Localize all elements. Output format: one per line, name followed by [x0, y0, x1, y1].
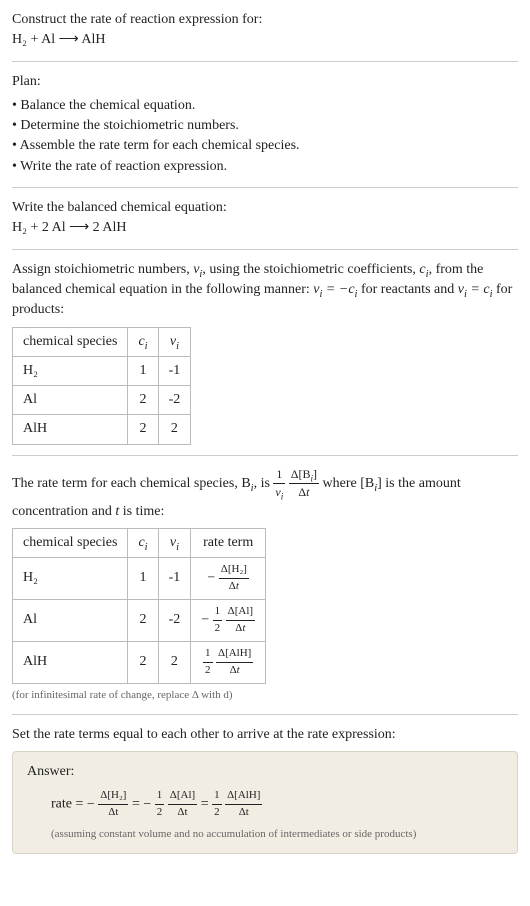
plan-item: Determine the stoichiometric numbers. [12, 116, 518, 136]
frac-coef: 12 [213, 604, 223, 637]
col-rate-term: rate term [191, 528, 266, 557]
cell-nui: -2 [158, 600, 191, 642]
table-header-row: chemical species ci νi rate term [13, 528, 266, 557]
rate-definition: 1νi Δ[Bi]Δt [273, 466, 319, 502]
cell-ci: 1 [128, 356, 158, 385]
cell-ci: 2 [128, 641, 158, 683]
c-symbol: ci [419, 262, 428, 277]
infinitesimal-note: (for infinitesimal rate of change, repla… [12, 688, 518, 704]
intro-equation: H₂ + Al ⟶ AlH [12, 30, 518, 50]
frac-coef: 12 [155, 788, 165, 821]
sign: − [201, 613, 209, 628]
cell-species: H₂ [13, 356, 128, 385]
col-nui: νi [158, 327, 191, 356]
answer-box: Answer: rate = − Δ[H₂]Δt = − 12 Δ[Al]Δt … [12, 751, 518, 854]
sign: − [207, 571, 215, 586]
col-species: chemical species [13, 528, 128, 557]
rate-prefix: rate = [51, 797, 87, 812]
term-alh: 12 Δ[AlH]Δt [212, 797, 262, 812]
text: , is [254, 476, 274, 491]
cell-nui: -1 [158, 558, 191, 600]
plan-section: Plan: Balance the chemical equation. Det… [12, 72, 518, 188]
cell-species: Al [13, 386, 128, 415]
balanced-heading: Write the balanced chemical equation: [12, 198, 518, 218]
frac-delta: Δ[H₂]Δt [219, 562, 249, 595]
plan-heading: Plan: [12, 72, 518, 92]
balanced-section: Write the balanced chemical equation: H₂… [12, 198, 518, 250]
cell-nui: -2 [158, 386, 191, 415]
text: where [B [323, 476, 375, 491]
cell-rate-term: 12 Δ[AlH]Δt [191, 641, 266, 683]
nu-symbol: νi [193, 262, 202, 277]
relation-reactant: νi = −ci [313, 282, 357, 297]
cell-ci: 2 [128, 415, 158, 444]
frac-delta: Δ[Al]Δt [168, 788, 197, 821]
equals: = [132, 797, 143, 812]
text: for reactants and [357, 282, 457, 297]
frac-coef: 12 [212, 788, 222, 821]
text: Assign stoichiometric numbers, [12, 262, 193, 277]
dBi-dt: Δ[Bi]Δt [289, 466, 319, 502]
plan-item: Write the rate of reaction expression. [12, 157, 518, 177]
plan-list: Balance the chemical equation. Determine… [12, 96, 518, 177]
frac-delta: Δ[AlH]Δt [216, 646, 253, 679]
one-over-nu: 1νi [273, 466, 285, 502]
text: is time: [119, 504, 164, 519]
cell-rate-term: − Δ[H₂]Δt [191, 558, 266, 600]
col-ci: ci [128, 327, 158, 356]
rate-expression: rate = − Δ[H₂]Δt = − 12 Δ[Al]Δt = 12 Δ[A… [27, 788, 503, 821]
cell-nui: 2 [158, 641, 191, 683]
term-h2: − Δ[H₂]Δt [87, 797, 132, 812]
cell-species: H₂ [13, 558, 128, 600]
table-row: AlH 2 2 12 Δ[AlH]Δt [13, 641, 266, 683]
rate-term-section: The rate term for each chemical species,… [12, 466, 518, 715]
sign: − [143, 797, 151, 812]
col-ci: ci [128, 528, 158, 557]
col-species: chemical species [13, 327, 128, 356]
sign: − [87, 797, 95, 812]
table-header-row: chemical species ci νi [13, 327, 191, 356]
frac-delta: Δ[H₂]Δt [98, 788, 128, 821]
stoich-table: chemical species ci νi H₂ 1 -1 Al 2 -2 A… [12, 327, 191, 445]
cell-species: AlH [13, 641, 128, 683]
final-heading: Set the rate terms equal to each other t… [12, 725, 518, 745]
cell-nui: 2 [158, 415, 191, 444]
frac-delta: Δ[AlH]Δt [225, 788, 262, 821]
intro-prompt: Construct the rate of reaction expressio… [12, 10, 518, 30]
col-nui: νi [158, 528, 191, 557]
stoich-text: Assign stoichiometric numbers, νi, using… [12, 260, 518, 321]
equals: = [201, 797, 212, 812]
cell-ci: 2 [128, 386, 158, 415]
text: The rate term for each chemical species,… [12, 476, 251, 491]
intro-section: Construct the rate of reaction expressio… [12, 10, 518, 62]
cell-species: AlH [13, 415, 128, 444]
table-row: H₂ 1 -1 − Δ[H₂]Δt [13, 558, 266, 600]
stoich-section: Assign stoichiometric numbers, νi, using… [12, 260, 518, 456]
term-al: − 12 Δ[Al]Δt [143, 797, 200, 812]
assumption-note: (assuming constant volume and no accumul… [27, 827, 503, 843]
relation-product: νi = ci [458, 282, 493, 297]
table-row: Al 2 -2 [13, 386, 191, 415]
answer-label: Answer: [27, 762, 503, 782]
plan-item: Balance the chemical equation. [12, 96, 518, 116]
rate-term-text: The rate term for each chemical species,… [12, 466, 518, 522]
table-row: H₂ 1 -1 [13, 356, 191, 385]
frac-delta: Δ[Al]Δt [226, 604, 255, 637]
text: , using the stoichiometric coefficients, [202, 262, 419, 277]
cell-species: Al [13, 600, 128, 642]
table-row: Al 2 -2 − 12 Δ[Al]Δt [13, 600, 266, 642]
table-row: AlH 2 2 [13, 415, 191, 444]
plan-item: Assemble the rate term for each chemical… [12, 136, 518, 156]
cell-nui: -1 [158, 356, 191, 385]
frac-coef: 12 [203, 646, 213, 679]
cell-ci: 2 [128, 600, 158, 642]
cell-rate-term: − 12 Δ[Al]Δt [191, 600, 266, 642]
cell-ci: 1 [128, 558, 158, 600]
balanced-equation: H₂ + 2 Al ⟶ 2 AlH [12, 218, 518, 238]
rate-term-table: chemical species ci νi rate term H₂ 1 -1… [12, 528, 266, 684]
final-section: Set the rate terms equal to each other t… [12, 725, 518, 864]
